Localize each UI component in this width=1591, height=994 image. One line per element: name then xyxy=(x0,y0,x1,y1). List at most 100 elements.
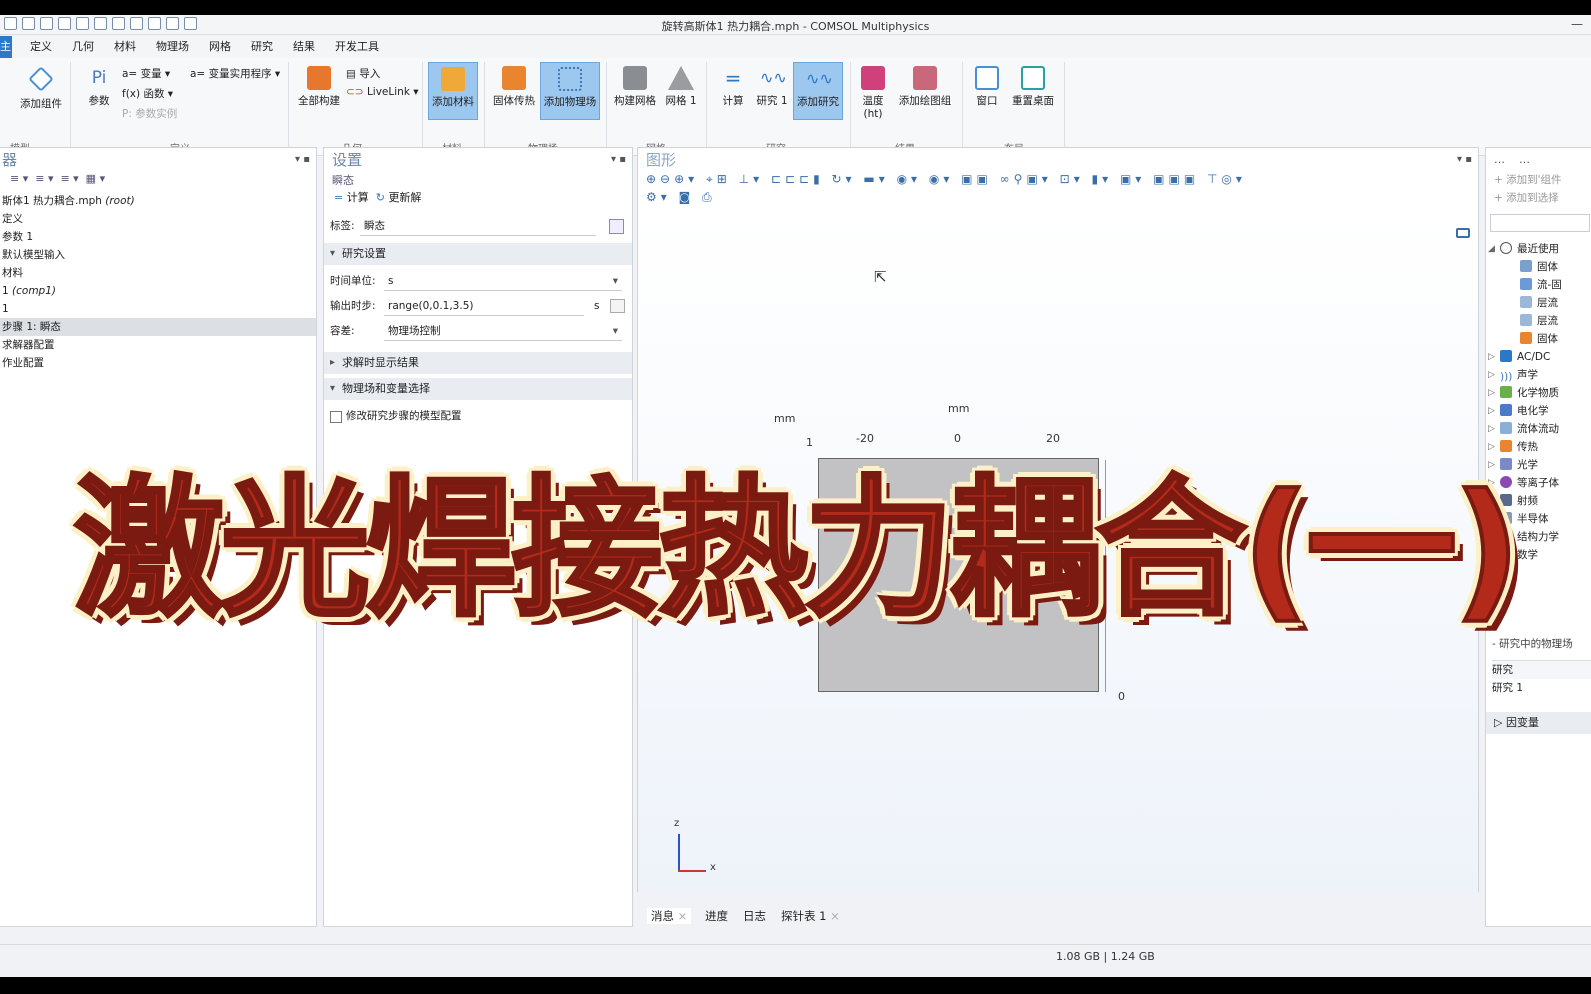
section-study-settings[interactable]: 研究设置 xyxy=(324,243,632,265)
recent-item[interactable]: 层流 xyxy=(1486,294,1591,312)
tree-component[interactable]: 1 (comp1) xyxy=(0,282,316,300)
add-material-button[interactable]: 添加材料 xyxy=(428,62,478,120)
panel-pin-icon[interactable]: ▾ ▪ xyxy=(611,154,626,165)
menu-developer[interactable]: 开发工具 xyxy=(333,36,381,58)
tab-log[interactable]: 日志 xyxy=(743,908,766,924)
output-times-caption: 输出时步: xyxy=(330,300,376,312)
dependent-variables-section[interactable]: ▷ 因变量 xyxy=(1486,712,1591,734)
add-physics-button[interactable]: 添加物理场 xyxy=(540,62,600,120)
menu-definitions[interactable]: 定义 xyxy=(28,36,54,58)
menu-geometry[interactable]: 几何 xyxy=(70,36,96,58)
tree-solver-config[interactable]: 求解器配置 xyxy=(0,336,316,354)
output-times-input[interactable]: range(0,0.1,3.5) xyxy=(384,297,584,316)
category-plasma[interactable]: ▷ 等离子体 xyxy=(1486,474,1591,492)
label-edit-icon[interactable] xyxy=(609,219,624,234)
compute-icon: = xyxy=(334,191,344,204)
tree-definitions[interactable]: 定义 xyxy=(0,210,316,228)
add-to-component-button[interactable]: + 添加到'组件 xyxy=(1486,172,1591,190)
tree-job-config[interactable]: 作业配置 xyxy=(0,354,316,372)
tab-progress[interactable]: 进度 xyxy=(705,908,728,924)
add-plot-group-button[interactable]: 添加绘图组 xyxy=(894,66,956,108)
minimize-icon[interactable]: — xyxy=(1571,17,1583,31)
category-math[interactable]: ▷ Δu 数学 xyxy=(1486,546,1591,564)
tree-study[interactable]: 1 xyxy=(0,300,316,318)
category-semiconductor[interactable]: ▷ 半导体 xyxy=(1486,510,1591,528)
category-heat[interactable]: ▷ 传热 xyxy=(1486,438,1591,456)
time-unit-select[interactable]: s xyxy=(384,272,622,291)
param-case-button[interactable]: P: 参数实例 xyxy=(122,106,177,121)
modify-config-checkbox[interactable] xyxy=(330,411,342,423)
recent-item[interactable]: 流-固 xyxy=(1486,276,1591,294)
close-icon[interactable]: × xyxy=(830,909,840,923)
menu-mesh[interactable]: 网格 xyxy=(207,36,233,58)
windows-button[interactable]: 窗口 xyxy=(970,66,1004,108)
panel-pin-icon[interactable]: ▾ ▪ xyxy=(295,154,310,165)
variable-utilities-button[interactable]: a= 变量实用程序 ▾ xyxy=(190,66,280,81)
tree-step-transient[interactable]: 步骤 1: 瞬态 xyxy=(0,318,316,336)
tab-messages[interactable]: 消息 × xyxy=(647,908,692,924)
category-acdc[interactable]: ▷ AC/DC xyxy=(1486,348,1591,366)
variables-button[interactable]: a= 变量 ▾ xyxy=(122,66,170,81)
menu-study[interactable]: 研究 xyxy=(249,36,275,58)
compute-button[interactable]: = 计算 xyxy=(716,66,750,108)
study-1-button[interactable]: ∿∿ 研究 1 xyxy=(754,66,790,108)
mesh-1-button[interactable]: 网格 1 xyxy=(664,66,698,108)
add-to-selection-button[interactable]: + 添加到选择 xyxy=(1486,190,1591,208)
graphics-toolbar-2[interactable]: ⚙▾ ◙ ⎙ xyxy=(638,190,1478,208)
recent-item[interactable]: 层流 xyxy=(1486,312,1591,330)
reset-desktop-button[interactable]: 重置桌面 xyxy=(1008,66,1058,108)
menu-home[interactable]: 主屏幕 xyxy=(0,36,12,58)
menu-materials[interactable]: 材料 xyxy=(112,36,138,58)
graphics-toggle-icon[interactable] xyxy=(1456,228,1470,238)
tree-root[interactable]: 斯体1 热力耦合.mph (root) xyxy=(0,192,316,210)
output-unit: s xyxy=(594,300,600,312)
chemical-icon xyxy=(1500,386,1512,398)
model-builder-toolbar[interactable]: ≡ ▾ ≡ ▾ ≡ ▾ ▦ ▾ xyxy=(0,172,316,192)
graphics-canvas[interactable]: mm mm -20 0 20 1 0 ⇱ z x xyxy=(638,212,1478,892)
range-icon[interactable] xyxy=(610,299,625,313)
category-acoustics[interactable]: ▷))) 声学 xyxy=(1486,366,1591,384)
build-mesh-button[interactable]: 构建网格 xyxy=(612,66,658,108)
livelink-button[interactable]: ⊂⊃ LiveLink ▾ xyxy=(346,86,419,98)
build-all-button[interactable]: 全部构建 xyxy=(296,66,342,108)
add-study-button[interactable]: ∿∿ 添加研究 xyxy=(793,62,843,120)
recent-node[interactable]: ◢ 最近使用 xyxy=(1486,240,1591,258)
tree-parameters[interactable]: 参数 1 xyxy=(0,228,316,246)
settings-compute-button[interactable]: 计算 xyxy=(347,191,369,204)
category-optics[interactable]: ▷ 光学 xyxy=(1486,456,1591,474)
build-mesh-label: 构建网格 xyxy=(614,95,656,107)
parameters-button[interactable]: Pi 参数 xyxy=(84,66,114,108)
tree-default-inputs[interactable]: 默认模型输入 xyxy=(0,246,316,264)
recent-item[interactable]: 固体 xyxy=(1486,258,1591,276)
section-results-while-solving[interactable]: 求解时显示结果 xyxy=(324,352,632,374)
menu-physics[interactable]: 物理场 xyxy=(154,36,191,58)
add-component-button[interactable]: 添加组件 xyxy=(16,66,66,111)
section-physics-variables[interactable]: 物理场和变量选择 xyxy=(324,378,632,400)
laminar-icon xyxy=(1520,314,1532,326)
category-rf[interactable]: ▷ 射频 xyxy=(1486,492,1591,510)
optics-icon xyxy=(1500,458,1512,470)
category-chemical[interactable]: ▷ 化学物质 xyxy=(1486,384,1591,402)
category-fluid[interactable]: ▷ 流体流动 xyxy=(1486,420,1591,438)
tree-materials[interactable]: 材料 xyxy=(0,264,316,282)
close-icon[interactable]: × xyxy=(678,909,688,923)
solid-heat-button[interactable]: 固体传热 xyxy=(490,66,538,108)
menu-results[interactable]: 结果 xyxy=(291,36,317,58)
functions-button[interactable]: f(x) 函数 ▾ xyxy=(122,86,173,101)
graphics-toolbar[interactable]: ⊕⊖⊕▾ ⌖⊞ ⊥▾ ⊏⊏⊏▮ ↻▾ ▬▾ ◉▾ ◉▾ ▣▣ ∞⚲▣▾ ⊡▾ ▮… xyxy=(638,172,1478,190)
category-electrochem[interactable]: ▷ 电化学 xyxy=(1486,402,1591,420)
geometry-rectangle[interactable] xyxy=(818,458,1099,692)
physics-search-input[interactable] xyxy=(1490,214,1590,232)
tolerance-select[interactable]: 物理场控制 xyxy=(384,322,622,341)
temperature-plot-button[interactable]: 温度 (ht) xyxy=(856,66,890,120)
settings-update-button[interactable]: 更新解 xyxy=(388,191,421,204)
tab-probe-table[interactable]: 探针表 1 × xyxy=(781,908,840,924)
study-physics-label: 研究中的物理场 xyxy=(1499,638,1573,650)
recent-item[interactable]: 固体 xyxy=(1486,330,1591,348)
import-button[interactable]: ▤ 导入 xyxy=(346,66,380,81)
category-structural[interactable]: ▷ 结构力学 xyxy=(1486,528,1591,546)
panel-pin-icon[interactable]: ▾ ▪ xyxy=(1457,154,1472,165)
study-row[interactable]: 研究 1 xyxy=(1492,679,1591,697)
label-input[interactable]: 瞬态 xyxy=(360,217,596,236)
right-panel-tabs[interactable]: … … xyxy=(1486,148,1591,172)
